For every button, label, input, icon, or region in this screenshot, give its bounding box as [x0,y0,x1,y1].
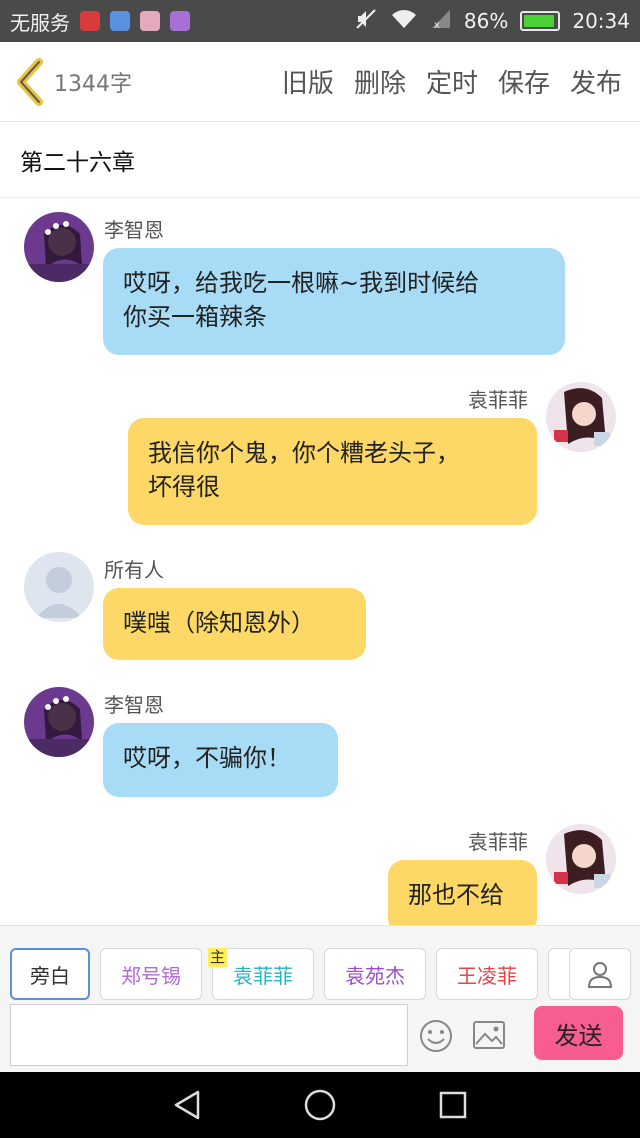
signal-icon: x [430,8,452,35]
role-button-narration[interactable]: 旁白 [10,948,90,1000]
app-notification-icon [80,11,100,31]
avatar [24,212,94,282]
role-button[interactable]: 郑号锡 [100,948,202,1000]
message-text-line: 你买一箱辣条 [123,303,267,331]
photo-icon [140,11,160,31]
emoji-button[interactable] [418,1018,454,1054]
carrier-text: 无服务 [10,10,70,35]
svg-text:x: x [434,20,440,30]
role-label: 袁苑杰 [345,963,405,988]
avatar [24,687,94,757]
chevron-left-icon [17,57,43,106]
square-recents-icon [440,1091,467,1119]
nav-back-button[interactable] [169,1087,205,1123]
role-label: 旁白 [30,963,70,988]
image-button[interactable] [472,1020,506,1050]
message-bubble[interactable]: 那也不给 [388,860,537,925]
message-bubble[interactable]: 哎呀，给我吃一根嘛~我到时候给 你买一箱辣条 [103,248,565,355]
role-button[interactable]: 王凌菲 [436,948,538,1000]
system-nav-bar [0,1072,640,1138]
avatar [24,552,94,622]
role-manager-button[interactable] [569,948,631,1000]
triangle-back-icon [174,1090,199,1120]
chapter-title[interactable]: 第二十六章 [0,122,640,198]
avatar [546,824,616,894]
message-bubble[interactable]: 噗嗤（除知恩外） [103,588,366,660]
old-version-button[interactable]: 旧版 [282,63,334,100]
location-icon [110,11,130,31]
status-bar: 无服务 x 86% 20:34 [0,0,640,42]
wifi-icon [390,8,418,35]
role-selector: 旁白 郑号锡 主 袁菲菲 袁苑杰 王凌菲 [10,948,570,1000]
back-button[interactable] [0,42,60,122]
role-button[interactable]: 主 袁菲菲 [208,948,314,1000]
role-label: 袁菲菲 [233,963,293,988]
person-icon [587,962,613,988]
speaker-name: 所有人 [104,558,164,582]
speaker-name: 李智恩 [104,693,164,717]
message-text-line: 哎呀，不骗你！ [123,744,291,772]
role-label: 郑号锡 [121,963,181,988]
mute-icon [354,7,378,36]
send-button[interactable]: 发送 [534,1006,623,1060]
nav-recents-button[interactable] [435,1087,471,1123]
composer-panel: 旁白 郑号锡 主 袁菲菲 袁苑杰 王凌菲 发送 [0,925,640,1072]
image-icon [473,1021,505,1049]
message-text-line: 哎呀，给我吃一根嘛~我到时候给 [123,269,480,297]
chat-area[interactable]: 李智恩 哎呀，给我吃一根嘛~我到时候给 你买一箱辣条 袁菲菲 我信你个鬼，你个糟… [0,198,640,925]
gallery-icon [170,11,190,31]
emoji-icon [420,1020,452,1052]
publish-button[interactable]: 发布 [570,63,622,100]
battery-icon [520,11,561,31]
role-button[interactable]: 袁苑杰 [324,948,426,1000]
speaker-name: 袁菲菲 [468,388,528,412]
message-text-line: 噗嗤（除知恩外） [123,609,315,637]
message-bubble[interactable]: 我信你个鬼，你个糟老头子， 坏得很 [128,418,537,525]
schedule-button[interactable]: 定时 [426,63,478,100]
message-input[interactable] [10,1004,408,1066]
main-role-badge: 主 [208,948,228,967]
speaker-name: 袁菲菲 [468,830,528,854]
role-label: 王凌菲 [457,963,517,988]
clock: 20:34 [572,9,630,33]
nav-home-button[interactable] [302,1087,338,1123]
word-count: 1344字 [54,71,132,97]
circle-home-icon [304,1089,336,1121]
avatar [546,382,616,452]
message-text-line: 坏得很 [148,473,220,501]
message-text-line: 我信你个鬼，你个糟老头子， [148,439,460,467]
battery-percent: 86% [463,9,509,33]
editor-toolbar: 1344字 旧版 删除 定时 保存 发布 [0,42,640,122]
save-button[interactable]: 保存 [498,63,550,100]
role-button[interactable] [548,948,570,1000]
delete-button[interactable]: 删除 [354,63,406,100]
speaker-name: 李智恩 [104,218,164,242]
message-text-line: 那也不给 [408,881,504,909]
message-bubble[interactable]: 哎呀，不骗你！ [103,723,338,797]
